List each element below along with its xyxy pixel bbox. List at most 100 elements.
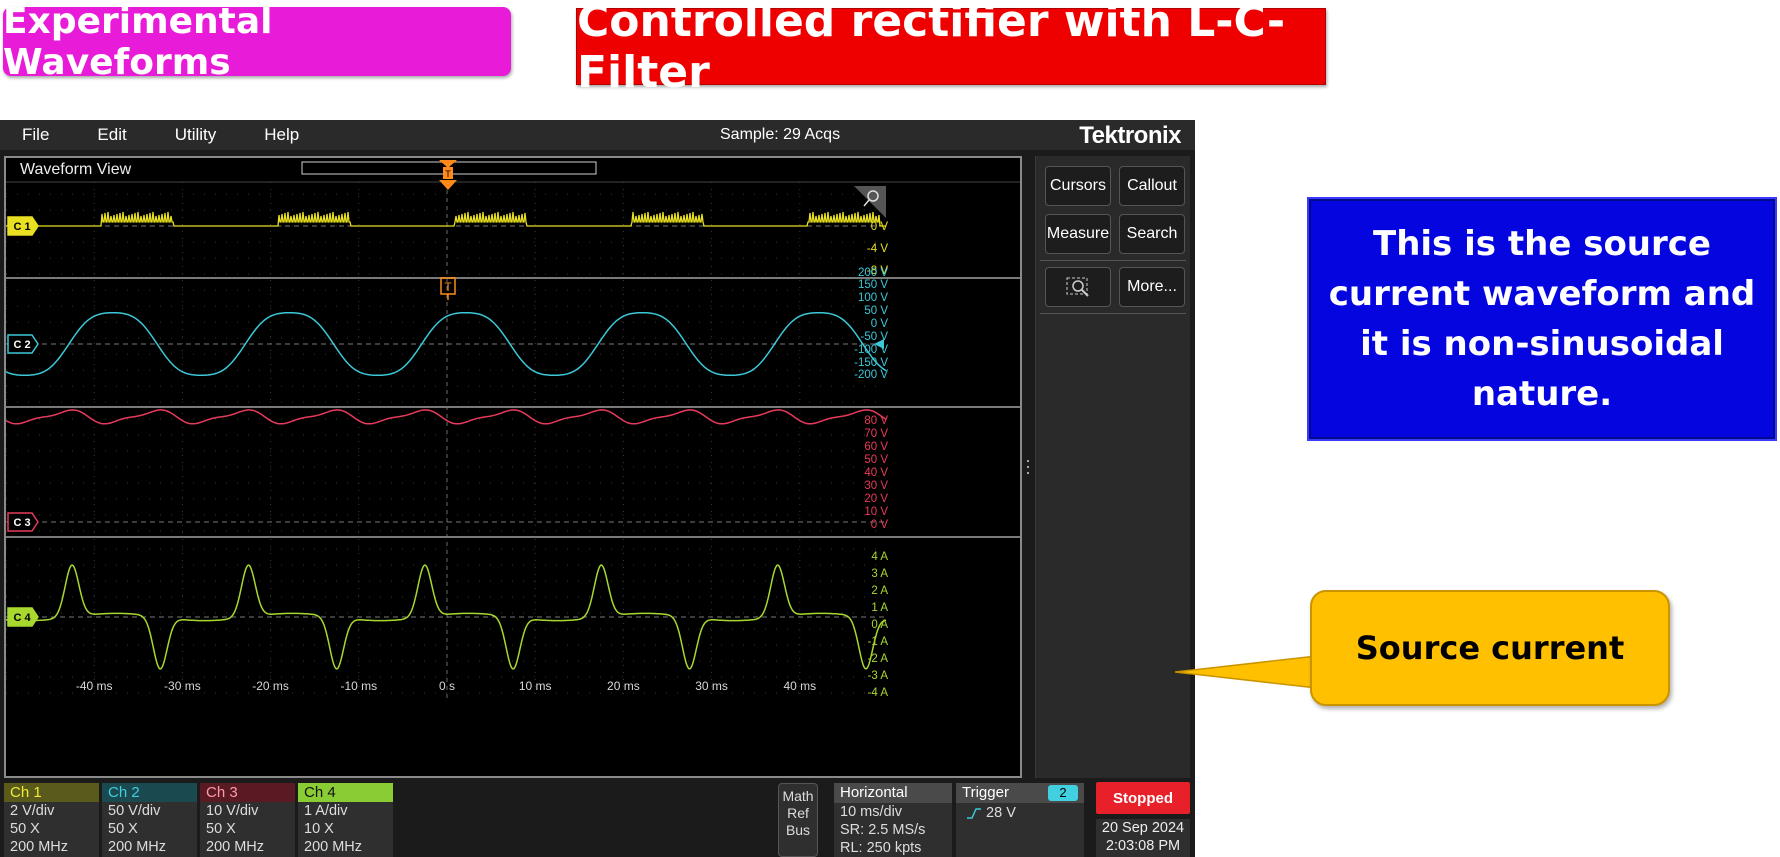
ch1-bandwidth: 200 MHz <box>10 839 69 855</box>
callout-button[interactable]: Callout <box>1119 166 1185 206</box>
ch4-tick-label: -1 A <box>868 636 889 648</box>
math-label: Math <box>782 788 814 804</box>
measure-button[interactable]: Measure <box>1045 214 1111 254</box>
math-ref-bus-button[interactable]: Math Ref Bus <box>778 783 818 857</box>
ch1-probe: 50 X <box>10 821 40 837</box>
time-label: 2:03:08 PM <box>1105 838 1181 854</box>
ch3-tick-label: 50 V <box>864 454 888 466</box>
ch3-tick-label: 30 V <box>864 480 888 492</box>
time-axis-label: -40 ms <box>76 679 113 693</box>
ch2-tick-label: 100 V <box>858 292 888 304</box>
callout-label: Source current <box>1310 590 1670 706</box>
ch4-bandwidth: 200 MHz <box>304 839 363 855</box>
ch2-badge[interactable]: Ch 2 50 V/div 50 X 200 MHz <box>102 783 197 857</box>
rising-edge-icon <box>967 808 981 819</box>
ch3-tick-label: 20 V <box>864 493 888 505</box>
horizontal-badge[interactable]: Horizontal 10 ms/div SR: 2.5 MS/s RL: 25… <box>834 783 952 857</box>
ch4-tick-label: 0 A <box>871 619 888 631</box>
axis-tick-labels: 0 V-4 V-8 V200 V150 V100 V50 V0 V-50 V-1… <box>76 221 888 699</box>
ch2-tick-label: -150 V <box>854 357 888 369</box>
ch2-marker-label: C 2 <box>13 339 30 351</box>
ch3-scale: 10 V/div <box>206 803 259 819</box>
status-bar: Ch 1 2 V/div 50 X 200 MHz Ch 2 50 V/div … <box>0 781 1195 857</box>
acquisition-status: Sample: 29 Acqs <box>720 126 841 143</box>
date-label: 20 Sep 2024 <box>1101 820 1185 836</box>
ch1-tick-label: 0 V <box>871 221 889 233</box>
ch4-probe: 10 X <box>304 821 334 837</box>
ch4-tick-label: 1 A <box>871 602 888 614</box>
ref-label: Ref <box>787 805 809 821</box>
menu-file[interactable]: File <box>22 125 49 145</box>
ch3-probe: 50 X <box>206 821 236 837</box>
zoom-button[interactable] <box>1045 267 1111 307</box>
waveform-view[interactable]: 0 V -4 V -8 V 200 V 150 V 100 V 50 V0 V -50 V -1… <box>4 156 1022 778</box>
panel-divider <box>1040 260 1186 261</box>
panel-divider <box>1040 313 1186 314</box>
ch2-tick-label: 50 V <box>864 305 888 317</box>
graticule-grid <box>6 182 886 698</box>
time-axis-label: 40 ms <box>783 679 816 693</box>
ch4-tick-label: 3 A <box>871 568 888 580</box>
menu-bar: File Edit Utility Help Sample: 29 Acqs T… <box>0 120 1195 150</box>
menu-edit[interactable]: Edit <box>97 125 126 145</box>
horizontal-sample-rate: SR: 2.5 MS/s <box>840 822 926 838</box>
ch1-offset-marker: C 1 <box>7 216 39 236</box>
horizontal-record-length: RL: 250 kpts <box>840 840 922 856</box>
ch1-scale: 2 V/div <box>10 803 55 819</box>
trigger-badge[interactable]: Trigger 2 28 V <box>956 783 1084 857</box>
menu-utility[interactable]: Utility <box>175 125 217 145</box>
ch2-offset-marker: C 2 <box>7 334 39 354</box>
right-control-panel: Cursors Callout Measure Search More... <box>1035 156 1190 778</box>
ch4-scale: 1 A/div <box>304 803 348 819</box>
pane2-trigger-flag: T <box>440 277 456 300</box>
title-banner-rectifier: Controlled rectifier with L-C-Filter <box>576 0 1326 98</box>
zoom-box-icon <box>1066 277 1089 297</box>
time-axis-label: 20 ms <box>607 679 640 693</box>
horizontal-scale: 10 ms/div <box>840 804 903 820</box>
menu-help[interactable]: Help <box>264 125 299 145</box>
trigger-source-channel: 2 <box>1048 785 1078 801</box>
ch2-bandwidth: 200 MHz <box>108 839 167 855</box>
ch1-marker-label: C 1 <box>13 221 30 233</box>
time-axis-label: 0 s <box>439 679 455 693</box>
time-axis-label: -10 ms <box>340 679 377 693</box>
ch4-tick-label: 2 A <box>871 585 888 597</box>
ch1-name: Ch 1 <box>4 783 99 802</box>
ch3-name: Ch 3 <box>200 783 295 802</box>
ch4-marker-label: C 4 <box>13 612 31 624</box>
ch4-tick-label: 4 A <box>871 551 888 563</box>
more-button[interactable]: More... <box>1119 267 1185 307</box>
oscilloscope-screen: File Edit Utility Help Sample: 29 Acqs T… <box>0 120 1195 857</box>
time-axis-label: -30 ms <box>164 679 201 693</box>
ch4-tick-label: -4 A <box>868 687 889 699</box>
ch3-tick-label: 70 V <box>864 428 888 440</box>
ch3-marker-label: C 3 <box>13 517 30 529</box>
cursors-button[interactable]: Cursors <box>1045 166 1111 206</box>
ch4-badge[interactable]: Ch 4 1 A/div 10 X 200 MHz <box>298 783 393 857</box>
ch4-tick-label: -2 A <box>868 653 889 665</box>
time-axis-label: -20 ms <box>252 679 289 693</box>
ch2-scale: 50 V/div <box>108 803 161 819</box>
time-axis-label: 30 ms <box>695 679 728 693</box>
ch2-probe: 50 X <box>108 821 138 837</box>
ch2-tick-label: 0 V <box>871 318 889 330</box>
ch3-tick-label: 60 V <box>864 441 888 453</box>
trigger-level: 28 V <box>986 805 1016 821</box>
trigger-arrow-icon <box>439 160 457 168</box>
ch3-badge[interactable]: Ch 3 10 V/div 50 X 200 MHz <box>200 783 295 857</box>
panel-resize-handle[interactable]: · · · <box>1024 451 1032 481</box>
ch3-bandwidth: 200 MHz <box>206 839 265 855</box>
svg-text:T: T <box>444 280 452 294</box>
trigger-down-arrow-icon <box>439 180 457 190</box>
time-axis-label: 10 ms <box>519 679 552 693</box>
source-current-note: This is the source current waveform and … <box>1307 197 1777 441</box>
trigger-position-indicator: T <box>301 160 597 190</box>
ch1-tick-label: -4 V <box>867 243 888 255</box>
ch2-name: Ch 2 <box>102 783 197 802</box>
search-button[interactable]: Search <box>1119 214 1185 254</box>
ch1-badge[interactable]: Ch 1 2 V/div 50 X 200 MHz <box>4 783 99 857</box>
ch2-tick-label: 200 V <box>858 267 888 279</box>
ch2-tick-label: 150 V <box>858 279 888 291</box>
bus-label: Bus <box>785 822 811 838</box>
run-stop-status[interactable]: Stopped <box>1096 782 1190 814</box>
